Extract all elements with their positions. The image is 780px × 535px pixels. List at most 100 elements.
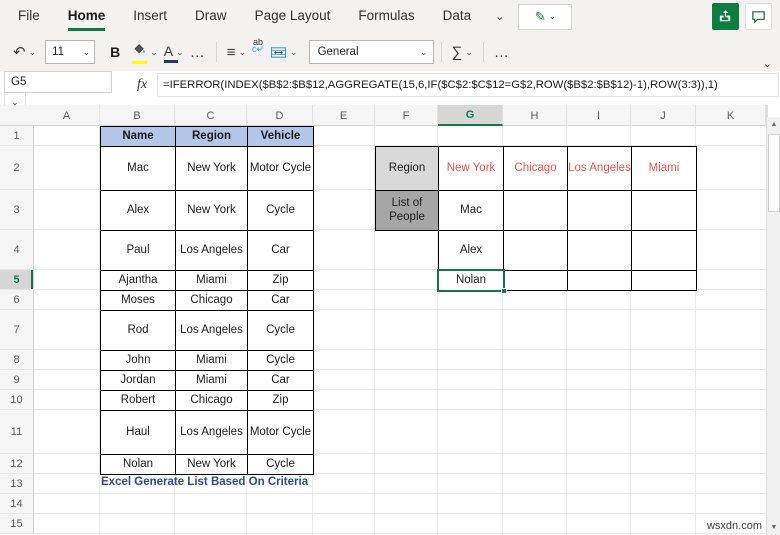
scroll-up-button[interactable]: ▲ bbox=[767, 117, 780, 132]
source-cell-region-5[interactable]: Chicago bbox=[175, 290, 248, 311]
tab-file[interactable]: File bbox=[18, 8, 40, 26]
result-header-new-york[interactable]: New York bbox=[438, 146, 504, 191]
source-cell-vehicle-8[interactable]: Car bbox=[247, 370, 314, 391]
source-cell-region-4[interactable]: Miami bbox=[175, 270, 248, 291]
source-cell-vehicle-7[interactable]: Cycle bbox=[247, 350, 314, 371]
result-cell-r1-c4[interactable] bbox=[631, 190, 697, 231]
source-cell-region-8[interactable]: Miami bbox=[175, 370, 248, 391]
font-size-selector[interactable]: 11 ⌄ bbox=[45, 40, 96, 64]
source-cell-name-4[interactable]: Ajantha bbox=[100, 270, 176, 291]
row-header-15[interactable]: 15 bbox=[0, 514, 34, 534]
column-header-E[interactable]: E bbox=[313, 105, 375, 126]
result-cell-r1-c2[interactable] bbox=[503, 190, 568, 231]
source-cell-region-9[interactable]: Chicago bbox=[175, 390, 248, 411]
wrap-text-button[interactable]: ab c↵ bbox=[249, 37, 267, 65]
ribbon-collapse-chevron-down-icon[interactable]: ⌄ bbox=[763, 57, 772, 70]
source-cell-name-10[interactable]: Haul bbox=[100, 410, 176, 455]
row-header-6[interactable]: 6 bbox=[0, 290, 34, 310]
column-header-F[interactable]: F bbox=[375, 105, 438, 126]
source-cell-vehicle-6[interactable]: Cycle bbox=[247, 310, 314, 351]
column-header-I[interactable]: I bbox=[567, 105, 631, 126]
scrollbar-thumb[interactable] bbox=[768, 134, 780, 212]
column-header-K[interactable]: K bbox=[696, 105, 766, 126]
font-color-button[interactable]: A ⌄ bbox=[161, 39, 187, 65]
tab-data[interactable]: Data bbox=[443, 8, 472, 26]
source-cell-name-5[interactable]: Moses bbox=[100, 290, 176, 311]
source-cell-name-9[interactable]: Robert bbox=[100, 390, 176, 411]
result-cell-r2-c2[interactable] bbox=[503, 230, 568, 271]
source-cell-region-7[interactable]: Miami bbox=[175, 350, 248, 371]
result-cell-r2-c4[interactable] bbox=[631, 230, 697, 271]
column-header-B[interactable]: B bbox=[100, 105, 175, 126]
insert-function-icon[interactable]: fx bbox=[131, 74, 153, 96]
result-header-miami[interactable]: Miami bbox=[631, 146, 697, 191]
result-header-los-angeles[interactable]: Los Angeles bbox=[567, 146, 632, 191]
result-cell-r1-c1[interactable]: Mac bbox=[438, 190, 504, 231]
source-cell-name-1[interactable]: Mac bbox=[100, 146, 176, 191]
source-cell-vehicle-10[interactable]: Motor Cycle bbox=[247, 410, 314, 455]
source-cell-name-6[interactable]: Rod bbox=[100, 310, 176, 351]
source-cell-vehicle-4[interactable]: Zip bbox=[247, 270, 314, 291]
source-cell-name-3[interactable]: Paul bbox=[100, 230, 176, 271]
result-label-list-of-people[interactable]: List of People bbox=[375, 190, 439, 231]
row-header-14[interactable]: 14 bbox=[0, 494, 34, 514]
column-header-A[interactable]: A bbox=[34, 105, 100, 126]
merge-cells-button[interactable]: ⌄ bbox=[267, 39, 301, 65]
column-header-H[interactable]: H bbox=[503, 105, 567, 126]
result-cell-r3-c3[interactable] bbox=[567, 270, 632, 291]
source-header-vehicle[interactable]: Vehicle bbox=[247, 126, 314, 147]
source-cell-region-11[interactable]: New York bbox=[175, 454, 248, 475]
source-cell-name-11[interactable]: Nolan bbox=[100, 454, 176, 475]
alignment-button[interactable]: ≡ ⌄ bbox=[224, 39, 249, 65]
result-cell-r1-c3[interactable] bbox=[567, 190, 632, 231]
source-cell-name-8[interactable]: Jordan bbox=[100, 370, 176, 391]
vertical-scrollbar[interactable]: ▲ ▼ bbox=[766, 105, 780, 535]
result-cell-r3-c4[interactable] bbox=[631, 270, 697, 291]
autosum-button[interactable]: ∑ ⌄ bbox=[449, 39, 476, 65]
source-cell-vehicle-1[interactable]: Motor Cycle bbox=[247, 146, 314, 191]
result-cell-r2-c1[interactable]: Alex bbox=[438, 230, 504, 271]
source-cell-vehicle-9[interactable]: Zip bbox=[247, 390, 314, 411]
row-header-10[interactable]: 10 bbox=[0, 390, 34, 410]
row-header-7[interactable]: 7 bbox=[0, 310, 34, 350]
column-header-C[interactable]: C bbox=[175, 105, 247, 126]
column-header-G[interactable]: G bbox=[438, 105, 503, 126]
pen-tool-button[interactable]: ✎ ⌄ bbox=[518, 3, 573, 30]
result-cell-r3-c2[interactable] bbox=[503, 270, 568, 291]
source-cell-vehicle-11[interactable]: Cycle bbox=[247, 454, 314, 475]
formula-input[interactable]: =IFERROR(INDEX($B$2:$B$12,AGGREGATE(15,6… bbox=[157, 73, 779, 97]
source-cell-name-2[interactable]: Alex bbox=[100, 190, 176, 231]
row-header-5[interactable]: 5 bbox=[0, 270, 34, 290]
source-cell-region-1[interactable]: New York bbox=[175, 146, 248, 191]
ribbon-overflow-chevron-down-icon[interactable]: ⌄ bbox=[495, 10, 504, 23]
row-header-12[interactable]: 12 bbox=[0, 454, 34, 474]
row-header-2[interactable]: 2 bbox=[0, 146, 34, 190]
source-cell-region-2[interactable]: New York bbox=[175, 190, 248, 231]
source-cell-vehicle-2[interactable]: Cycle bbox=[247, 190, 314, 231]
tab-formulas[interactable]: Formulas bbox=[358, 8, 414, 26]
source-cell-region-10[interactable]: Los Angeles bbox=[175, 410, 248, 455]
source-header-region[interactable]: Region bbox=[175, 126, 248, 147]
tab-insert[interactable]: Insert bbox=[133, 8, 167, 26]
source-cell-region-3[interactable]: Los Angeles bbox=[175, 230, 248, 271]
name-box[interactable]: G5 bbox=[4, 71, 112, 93]
result-cell-r2-c3[interactable] bbox=[567, 230, 632, 271]
row-header-4[interactable]: 4 bbox=[0, 230, 34, 270]
scroll-down-button[interactable]: ▼ bbox=[767, 520, 780, 535]
more-font-options-button[interactable]: … bbox=[187, 39, 209, 65]
row-header-9[interactable]: 9 bbox=[0, 370, 34, 390]
column-header-J[interactable]: J bbox=[631, 105, 696, 126]
bold-button[interactable]: B bbox=[101, 39, 129, 65]
result-cell-r3-c1[interactable]: Nolan bbox=[438, 270, 504, 291]
result-header-chicago[interactable]: Chicago bbox=[503, 146, 568, 191]
source-header-name[interactable]: Name bbox=[100, 126, 176, 147]
comments-button[interactable] bbox=[745, 3, 772, 30]
row-header-11[interactable]: 11 bbox=[0, 410, 34, 454]
more-toolbar-options-button[interactable]: … bbox=[491, 39, 513, 65]
source-cell-name-7[interactable]: John bbox=[100, 350, 176, 371]
source-cell-vehicle-3[interactable]: Car bbox=[247, 230, 314, 271]
source-cell-vehicle-5[interactable]: Car bbox=[247, 290, 314, 311]
source-cell-region-6[interactable]: Los Angeles bbox=[175, 310, 248, 351]
row-header-13[interactable]: 13 bbox=[0, 474, 34, 494]
row-header-1[interactable]: 1 bbox=[0, 126, 34, 146]
